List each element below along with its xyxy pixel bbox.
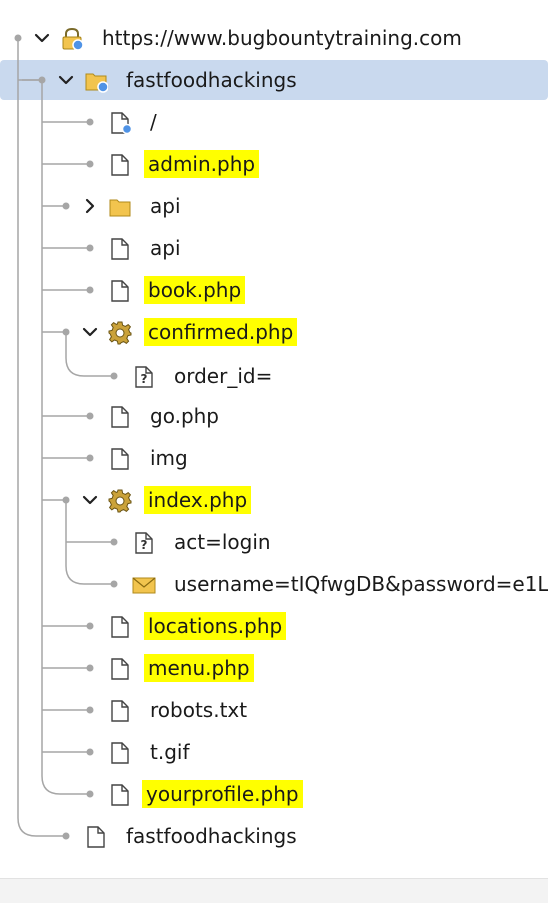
item-label: yourprofile.php [142,780,303,808]
svg-text:?: ? [141,538,148,552]
item-label: locations.php [144,612,287,640]
tree-node-yourprofile-php[interactable]: yourprofile.php [0,774,548,814]
tree-node-menu-php[interactable]: menu.php [0,648,548,688]
file-icon [111,154,129,176]
item-label: api [150,236,181,260]
item-label: api [150,194,181,218]
tree-node-order-id[interactable]: ? order_id= [0,356,548,396]
file-icon [111,616,129,638]
item-label: index.php [144,486,252,514]
chevron-down-icon[interactable] [80,490,100,510]
item-label: / [150,110,157,134]
parameter-question-icon: ? [135,532,153,554]
file-icon [111,406,129,428]
item-label: username=tIQfwgDB&password=e1L [174,572,548,596]
tree-node-admin-php[interactable]: admin.php [0,144,548,184]
folder-icon [109,199,131,217]
file-icon [111,742,129,764]
chevron-right-icon[interactable] [80,196,100,216]
item-label: confirmed.php [144,318,298,346]
tree-node-book-php[interactable]: book.php [0,270,548,310]
item-label: admin.php [144,150,260,178]
tree-node-post-params[interactable]: username=tIQfwgDB&password=e1L [0,564,548,604]
tree-node-root[interactable]: https://www.bugbountytraining.com [0,18,548,58]
tree-node-index-php[interactable]: index.php [0,480,548,520]
file-icon [111,658,129,680]
tree-node-go-php[interactable]: go.php [0,396,548,436]
tree-node-t-gif[interactable]: t.gif [0,732,548,772]
tree-node-site[interactable]: fastfoodhackings [0,60,548,100]
gear-icon [108,489,132,513]
file-icon [111,700,129,722]
secure-site-lock-icon [62,27,84,51]
root-label: https://www.bugbountytraining.com [102,26,462,50]
item-label: img [150,446,188,470]
file-icon [111,448,129,470]
folder-site-icon [85,73,108,93]
file-icon [111,280,129,302]
site-label: fastfoodhackings [126,68,297,92]
site-tree: https://www.bugbountytraining.com fastfo… [0,0,548,903]
tree-node-img[interactable]: img [0,438,548,478]
chevron-down-icon[interactable] [32,28,52,48]
page-site-icon [111,112,132,135]
tree-node-act-login[interactable]: ? act=login [0,522,548,562]
tree-node-api-folder[interactable]: api [0,186,548,226]
item-label: order_id= [174,364,273,388]
item-label: menu.php [144,654,254,682]
tree-node-confirmed-php[interactable]: confirmed.php [0,312,548,352]
tree-node-locations-php[interactable]: locations.php [0,606,548,646]
file-icon [111,238,129,260]
tree-node-robots-txt[interactable]: robots.txt [0,690,548,730]
file-icon [111,784,129,806]
tree-node-api-file[interactable]: api [0,228,548,268]
sibling-label: fastfoodhackings [126,824,297,848]
svg-text:?: ? [141,372,148,386]
item-label: book.php [144,276,246,304]
tree-node-sibling-site[interactable]: fastfoodhackings [0,816,548,856]
chevron-down-icon[interactable] [56,70,76,90]
item-label: act=login [174,530,271,554]
item-label: t.gif [150,740,190,764]
item-label: go.php [150,404,220,428]
file-icon [87,826,105,848]
gear-icon [108,321,132,345]
parameter-question-icon: ? [135,366,153,388]
envelope-icon [132,577,156,594]
panel-bottom-edge [0,878,548,903]
tree-node-slash[interactable]: / [0,102,548,142]
chevron-down-icon[interactable] [80,322,100,342]
item-label: robots.txt [150,698,248,722]
